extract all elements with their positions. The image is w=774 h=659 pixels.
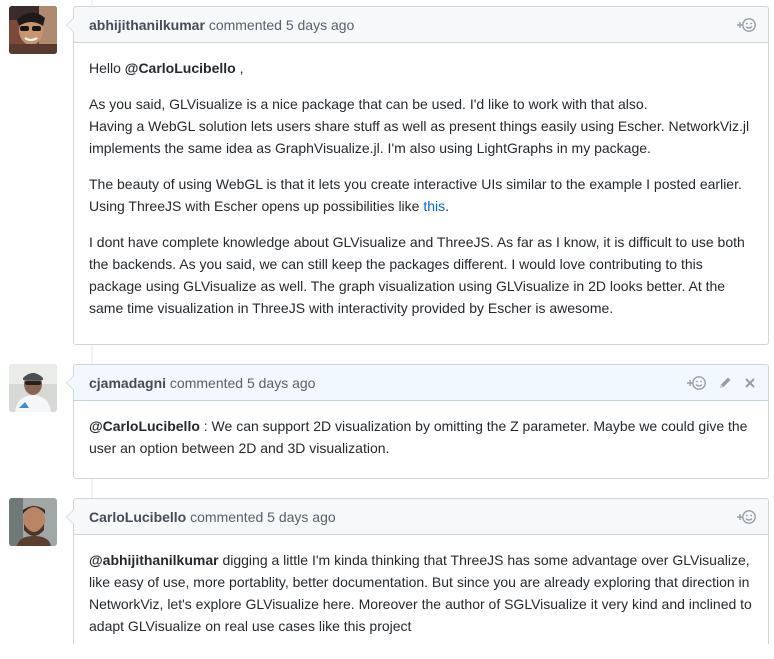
avatar[interactable] — [9, 364, 57, 412]
comment-body: @abhijithanilkumar digging a little I'm … — [74, 535, 768, 659]
comment-author[interactable]: CarloLucibello — [89, 509, 186, 525]
user-mention[interactable]: @CarloLucibello — [89, 418, 200, 434]
comment-paragraph: @CarloLucibello : We can support 2D visu… — [89, 418, 748, 456]
comment-paragraph: As you said, GLVisualize is a nice packa… — [89, 96, 750, 156]
comment-timestamp[interactable]: commented 5 days ago — [190, 509, 336, 525]
comment-author[interactable]: cjamadagni — [89, 375, 166, 391]
add-reaction-icon[interactable] — [736, 509, 756, 525]
comment-paragraph: @abhijithanilkumar digging a little I'm … — [89, 552, 752, 634]
add-reaction-icon[interactable] — [736, 17, 756, 33]
comment-body: Hello @CarloLucibello , As you said, GLV… — [74, 43, 768, 341]
comment-paragraph: Hello @CarloLucibello , — [89, 60, 244, 76]
this-link[interactable]: this — [423, 198, 445, 214]
comment-box: CarloLucibello commented 5 days ago @abh… — [66, 498, 769, 644]
close-icon[interactable] — [744, 377, 756, 389]
comment-header: cjamadagni commented 5 days ago — [74, 365, 768, 401]
comment-box: cjamadagni commented 5 days ago @CarloLu… — [66, 364, 769, 481]
comment-timestamp[interactable]: commented 5 days ago — [170, 375, 316, 391]
comment-body: @CarloLucibello : We can support 2D visu… — [74, 401, 768, 481]
comment-paragraph: The beauty of using WebGL is that it let… — [89, 176, 742, 214]
comment-header: CarloLucibello commented 5 days ago — [74, 499, 768, 535]
add-reaction-icon[interactable] — [686, 375, 706, 391]
comment-box: abhijithanilkumar commented 5 days ago H… — [66, 6, 769, 345]
comment-timestamp[interactable]: commented 5 days ago — [209, 17, 355, 33]
user-mention[interactable]: @abhijithanilkumar — [89, 552, 219, 568]
avatar[interactable] — [9, 6, 57, 54]
pencil-icon[interactable] — [718, 376, 732, 390]
comment-author[interactable]: abhijithanilkumar — [89, 17, 205, 33]
comment-paragraph: I dont have complete knowledge about GLV… — [89, 234, 745, 316]
avatar[interactable] — [9, 498, 57, 546]
comment-header: abhijithanilkumar commented 5 days ago — [74, 7, 768, 43]
user-mention[interactable]: @CarloLucibello — [125, 60, 236, 76]
